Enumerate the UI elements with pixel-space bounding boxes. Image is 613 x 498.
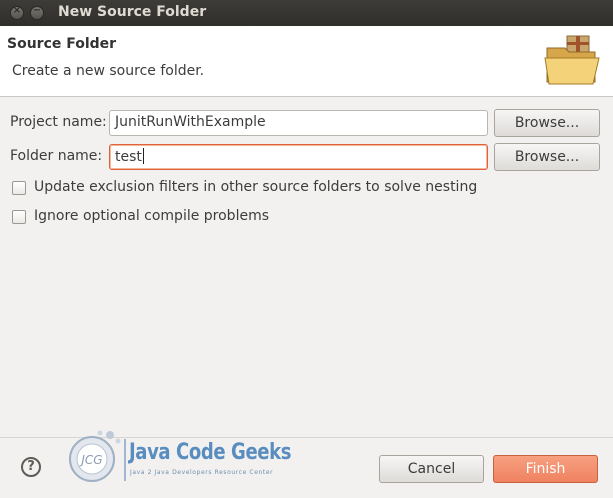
close-icon: ×: [12, 5, 22, 16]
project-name-label: Project name:: [10, 114, 107, 130]
folder-name-value: test: [115, 149, 142, 165]
ignore-compile-label: Ignore optional compile problems: [34, 208, 270, 224]
finish-button[interactable]: Finish: [493, 455, 598, 483]
folder-name-input[interactable]: test: [109, 144, 488, 170]
jcg-badge-text: JCG: [79, 453, 102, 467]
project-name-input[interactable]: JunitRunWithExample: [109, 110, 488, 136]
banner-description: Create a new source folder.: [12, 63, 205, 79]
update-exclusion-checkbox[interactable]: [12, 181, 26, 195]
ignore-compile-checkbox[interactable]: [12, 210, 26, 224]
project-browse-button[interactable]: Browse...: [494, 109, 600, 137]
folder-browse-button[interactable]: Browse...: [494, 143, 600, 171]
text-caret: [142, 148, 144, 164]
project-name-value: JunitRunWithExample: [115, 114, 266, 130]
brand-tagline: Java 2 Java Developers Resource Center: [130, 469, 274, 476]
title-bar: × − New Source Folder: [0, 0, 613, 26]
update-exclusion-label: Update exclusion filters in other source…: [34, 179, 478, 195]
java-code-geeks-watermark: JCG Java Code Geeks Java 2 Java Develope…: [66, 425, 291, 495]
banner-heading: Source Folder: [7, 36, 117, 52]
help-button[interactable]: ?: [21, 457, 41, 477]
minimize-button[interactable]: −: [30, 5, 44, 20]
folder-name-label: Folder name:: [10, 148, 103, 164]
jcg-logo-icon: JCG: [69, 430, 121, 482]
logo-divider: [124, 439, 126, 481]
brand-name: Java Code Geeks: [129, 440, 292, 465]
minimize-icon: −: [32, 5, 42, 16]
close-button[interactable]: ×: [10, 5, 24, 20]
window-title: New Source Folder: [58, 4, 207, 20]
help-icon: ?: [27, 459, 35, 474]
cancel-button[interactable]: Cancel: [379, 455, 484, 483]
folder-package-icon: [544, 35, 600, 85]
wizard-banner: Source Folder Create a new source folder…: [0, 26, 613, 97]
